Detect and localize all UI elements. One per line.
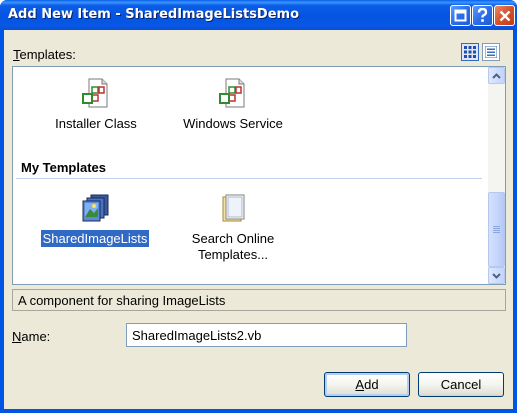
template-label: SharedImageLists bbox=[39, 229, 151, 248]
chevron-down-icon bbox=[492, 272, 501, 279]
group-divider bbox=[16, 178, 482, 179]
window-title: Add New Item - SharedImageListsDemo bbox=[8, 7, 300, 22]
restore-icon bbox=[454, 9, 467, 22]
close-button[interactable] bbox=[494, 5, 515, 26]
template-item-search-online[interactable]: Search Online Templates... bbox=[173, 192, 293, 263]
small-icons-view-button[interactable] bbox=[482, 43, 500, 61]
description-bar: A component for sharing ImageLists bbox=[12, 289, 506, 311]
template-item-windows-service[interactable]: Windows Service bbox=[173, 77, 293, 132]
template-label-line2: Templates... bbox=[197, 247, 269, 262]
my-templates-header: My Templates bbox=[21, 160, 107, 175]
dialog-body: Templates: Installer Class Windows Servi… bbox=[4, 30, 513, 409]
large-icons-view-button[interactable] bbox=[461, 43, 479, 61]
name-label: Name: bbox=[12, 329, 51, 344]
template-label-line1: Search Online bbox=[191, 231, 275, 246]
templates-list[interactable]: Installer Class Windows Service My Templ… bbox=[12, 66, 506, 285]
chevron-up-icon bbox=[492, 72, 501, 79]
installer-class-icon bbox=[82, 78, 108, 108]
name-input[interactable] bbox=[126, 323, 407, 347]
grip-icon bbox=[493, 226, 500, 233]
add-button[interactable]: Add bbox=[324, 372, 410, 397]
list-view-icon bbox=[485, 46, 497, 58]
title-bar[interactable]: Add New Item - SharedImageListsDemo bbox=[0, 0, 517, 30]
search-online-templates-icon bbox=[222, 194, 245, 222]
template-label: Windows Service bbox=[183, 116, 283, 131]
scroll-up-button[interactable] bbox=[488, 67, 505, 84]
templates-label: Templates: bbox=[13, 47, 76, 62]
shared-image-lists-icon bbox=[82, 194, 109, 222]
scroll-down-button[interactable] bbox=[488, 267, 505, 284]
large-icons-icon bbox=[464, 46, 476, 58]
restore-button[interactable] bbox=[450, 5, 471, 26]
dialog-window: Add New Item - SharedImageListsDemo Temp… bbox=[0, 0, 517, 413]
help-button[interactable] bbox=[472, 5, 493, 26]
template-item-installer-class[interactable]: Installer Class bbox=[36, 77, 156, 132]
windows-service-icon bbox=[219, 78, 245, 108]
vertical-scrollbar[interactable] bbox=[488, 67, 505, 284]
template-item-shared-image-lists[interactable]: SharedImageLists bbox=[35, 192, 155, 248]
help-icon bbox=[477, 8, 488, 22]
scroll-thumb[interactable] bbox=[488, 192, 505, 267]
template-label: Installer Class bbox=[55, 116, 137, 131]
close-icon bbox=[499, 10, 510, 21]
cancel-button[interactable]: Cancel bbox=[418, 372, 504, 397]
